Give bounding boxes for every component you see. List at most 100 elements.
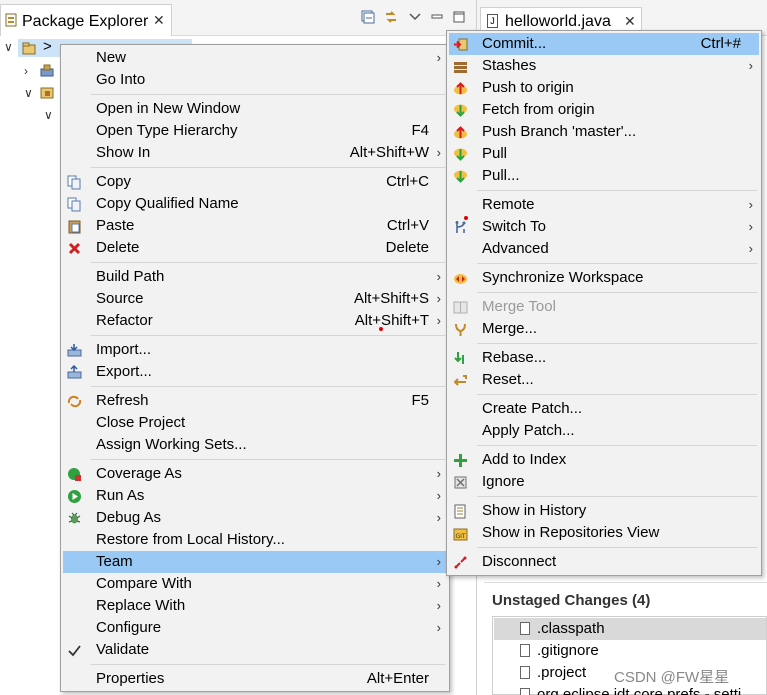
menu-separator	[477, 343, 757, 344]
menu-item-go-into[interactable]: Go Into	[63, 69, 447, 91]
menu-item-apply-patch[interactable]: Apply Patch...	[449, 420, 759, 442]
menu-item-properties[interactable]: Properties Alt+Enter	[63, 668, 447, 690]
close-icon[interactable]: ✕	[153, 12, 165, 29]
menu-item-paste[interactable]: Paste Ctrl+V	[63, 215, 447, 237]
menu-item-label: Synchronize Workspace	[482, 269, 644, 286]
package-explorer-tab[interactable]: Package Explorer ✕	[0, 4, 172, 36]
menu-item-close-project[interactable]: Close Project	[63, 412, 447, 434]
menu-item-export[interactable]: Export...	[63, 361, 447, 383]
file-row[interactable]: .classpath	[494, 618, 766, 640]
source-folder-icon	[40, 87, 54, 99]
collapse-all-icon[interactable]	[361, 10, 375, 24]
menu-item-refresh[interactable]: Refresh F5	[63, 390, 447, 412]
menu-item-label: Open in New Window	[96, 100, 241, 117]
menu-item-commit[interactable]: Commit... Ctrl+#	[449, 33, 759, 55]
menu-item-synchronize-workspace[interactable]: Synchronize Workspace	[449, 267, 759, 289]
menu-item-show-in-history[interactable]: Show in History	[449, 500, 759, 522]
link-with-editor-icon[interactable]	[384, 10, 398, 24]
context-menu: New › Go Into Open in New Window Open Ty…	[60, 44, 450, 692]
menu-item-remote[interactable]: Remote ›	[449, 194, 759, 216]
menu-item-label: Export...	[96, 363, 152, 380]
menu-item-show-in[interactable]: Show In Alt+Shift+W ›	[63, 142, 447, 164]
chevron-right-icon: ›	[748, 241, 753, 256]
menu-item-replace-with[interactable]: Replace With ›	[63, 595, 447, 617]
menu-item-validate[interactable]: Validate	[63, 639, 447, 661]
push-branch-icon	[454, 126, 467, 139]
menu-item-team[interactable]: Team ›	[63, 551, 447, 573]
menu-item-compare-with[interactable]: Compare With ›	[63, 573, 447, 595]
menu-item-label: Debug As	[96, 509, 162, 526]
chevron-right-icon[interactable]: ›	[24, 64, 28, 78]
menu-item-label: Disconnect	[482, 553, 557, 570]
menu-item-stashes[interactable]: Stashes ›	[449, 55, 759, 77]
file-name: .gitignore	[537, 642, 599, 659]
chevron-right-icon: ›	[436, 291, 441, 306]
menu-separator	[477, 190, 757, 191]
unstaged-changes-title: Unstaged Changes (4)	[492, 592, 651, 609]
chevron-down-icon[interactable]: ∨	[44, 108, 53, 122]
menu-item-refactor[interactable]: Refactor Alt+Shift+T ›	[63, 310, 447, 332]
menu-item-assign-working-sets[interactable]: Assign Working Sets...	[63, 434, 447, 456]
file-name: .project	[537, 664, 587, 681]
commit-icon	[454, 38, 468, 51]
menu-item-label: Properties	[96, 670, 165, 687]
maximize-icon[interactable]	[452, 10, 466, 24]
menu-item-show-in-repositories[interactable]: GIT Show in Repositories View	[449, 522, 759, 544]
menu-item-reset[interactable]: Reset...	[449, 369, 759, 391]
menu-separator	[477, 292, 757, 293]
close-icon[interactable]: ✕	[624, 13, 636, 30]
menu-item-switch-to[interactable]: Switch To ›	[449, 216, 759, 238]
menu-item-build-path[interactable]: Build Path ›	[63, 266, 447, 288]
merge-tool-icon	[453, 301, 468, 314]
menu-item-copy-qualified-name[interactable]: Copy Qualified Name	[63, 193, 447, 215]
menu-separator	[477, 394, 757, 395]
menu-item-label: Build Path	[96, 268, 165, 285]
menu-item-label: Push Branch 'master'...	[482, 123, 637, 140]
menu-item-disconnect[interactable]: Disconnect	[449, 551, 759, 573]
menu-item-create-patch[interactable]: Create Patch...	[449, 398, 759, 420]
menu-item-open-new-window[interactable]: Open in New Window	[63, 98, 447, 120]
minimize-icon[interactable]	[430, 10, 444, 24]
chevron-down-icon[interactable]: ∨	[4, 40, 13, 54]
menu-item-restore-local-history[interactable]: Restore from Local History...	[63, 529, 447, 551]
menu-item-new[interactable]: New ›	[63, 47, 447, 69]
view-menu-icon[interactable]	[408, 10, 422, 24]
menu-shortcut: F4	[411, 122, 429, 139]
menu-item-rebase[interactable]: Rebase...	[449, 347, 759, 369]
copy-qualified-icon	[67, 197, 81, 212]
menu-item-source[interactable]: Source Alt+Shift+S ›	[63, 288, 447, 310]
menu-item-open-type-hierarchy[interactable]: Open Type Hierarchy F4	[63, 120, 447, 142]
menu-item-merge[interactable]: Merge...	[449, 318, 759, 340]
chevron-right-icon: ›	[436, 488, 441, 503]
menu-item-run-as[interactable]: Run As ›	[63, 485, 447, 507]
menu-item-push-branch[interactable]: Push Branch 'master'...	[449, 121, 759, 143]
menu-item-pull-dialog[interactable]: Pull...	[449, 165, 759, 187]
menu-item-configure[interactable]: Configure ›	[63, 617, 447, 639]
menu-item-label: Merge...	[482, 320, 538, 337]
menu-item-ignore[interactable]: Ignore	[449, 471, 759, 493]
menu-item-coverage-as[interactable]: Coverage As ›	[63, 463, 447, 485]
file-icon	[520, 644, 530, 657]
export-icon	[67, 365, 82, 379]
menu-separator	[477, 547, 757, 548]
file-name: org.eclipse.jdt.core.prefs - setti	[537, 686, 742, 695]
chevron-down-icon[interactable]: ∨	[24, 86, 33, 100]
menu-item-delete[interactable]: Delete Delete	[63, 237, 447, 259]
menu-item-pull[interactable]: Pull	[449, 143, 759, 165]
file-icon	[520, 688, 530, 695]
menu-item-copy[interactable]: Copy Ctrl+C	[63, 171, 447, 193]
rebase-icon	[454, 352, 464, 364]
menu-item-add-to-index[interactable]: Add to Index	[449, 449, 759, 471]
file-row[interactable]: .gitignore	[494, 640, 766, 662]
menu-item-label: Replace With	[96, 597, 186, 614]
menu-item-advanced[interactable]: Advanced ›	[449, 238, 759, 260]
menu-item-import[interactable]: Import...	[63, 339, 447, 361]
menu-item-merge-tool[interactable]: Merge Tool	[449, 296, 759, 318]
chevron-right-icon: ›	[436, 576, 441, 591]
menu-item-label: Show In	[96, 144, 151, 161]
menu-item-push-to-origin[interactable]: Push to origin	[449, 77, 759, 99]
menu-item-debug-as[interactable]: Debug As ›	[63, 507, 447, 529]
menu-item-fetch-from-origin[interactable]: Fetch from origin	[449, 99, 759, 121]
merge-icon	[455, 323, 466, 336]
stash-icon	[454, 62, 467, 73]
